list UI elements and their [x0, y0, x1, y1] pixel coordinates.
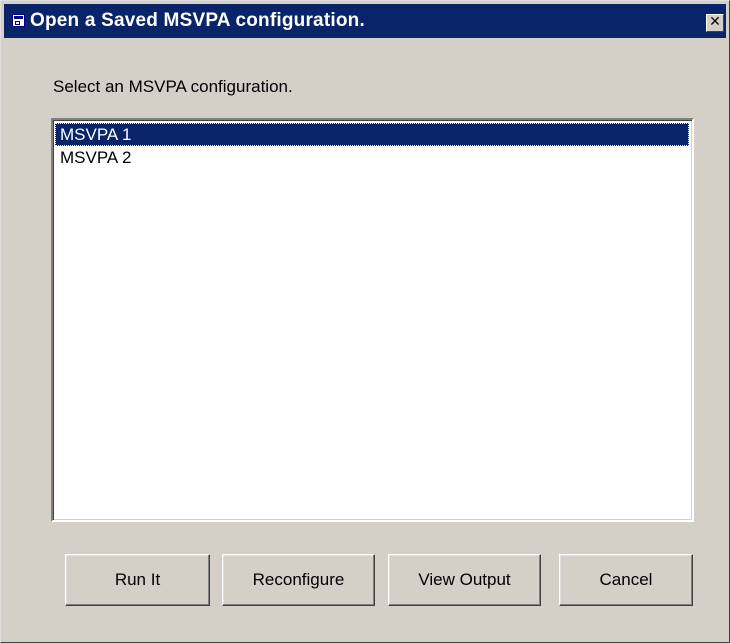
cancel-button[interactable]: Cancel: [559, 554, 693, 606]
run-it-button[interactable]: Run It: [65, 554, 210, 606]
configuration-list: MSVPA 1 MSVPA 2: [55, 123, 689, 169]
list-item-msvpa-2[interactable]: MSVPA 2: [55, 146, 689, 169]
configuration-listbox[interactable]: MSVPA 1 MSVPA 2: [51, 118, 694, 522]
close-button[interactable]: ✕: [706, 14, 724, 32]
dialog-window: Open a Saved MSVPA configuration. ✕ Sele…: [0, 0, 730, 643]
reconfigure-button[interactable]: Reconfigure: [222, 554, 375, 606]
prompt-label: Select an MSVPA configuration.: [53, 77, 293, 96]
title-bar[interactable]: Open a Saved MSVPA configuration. ✕: [4, 4, 726, 38]
close-icon: ✕: [709, 14, 721, 30]
view-output-button[interactable]: View Output: [388, 554, 541, 606]
window-title: Open a Saved MSVPA configuration.: [30, 10, 365, 31]
list-item-msvpa-1[interactable]: MSVPA 1: [55, 123, 689, 146]
app-icon[interactable]: [12, 14, 25, 27]
